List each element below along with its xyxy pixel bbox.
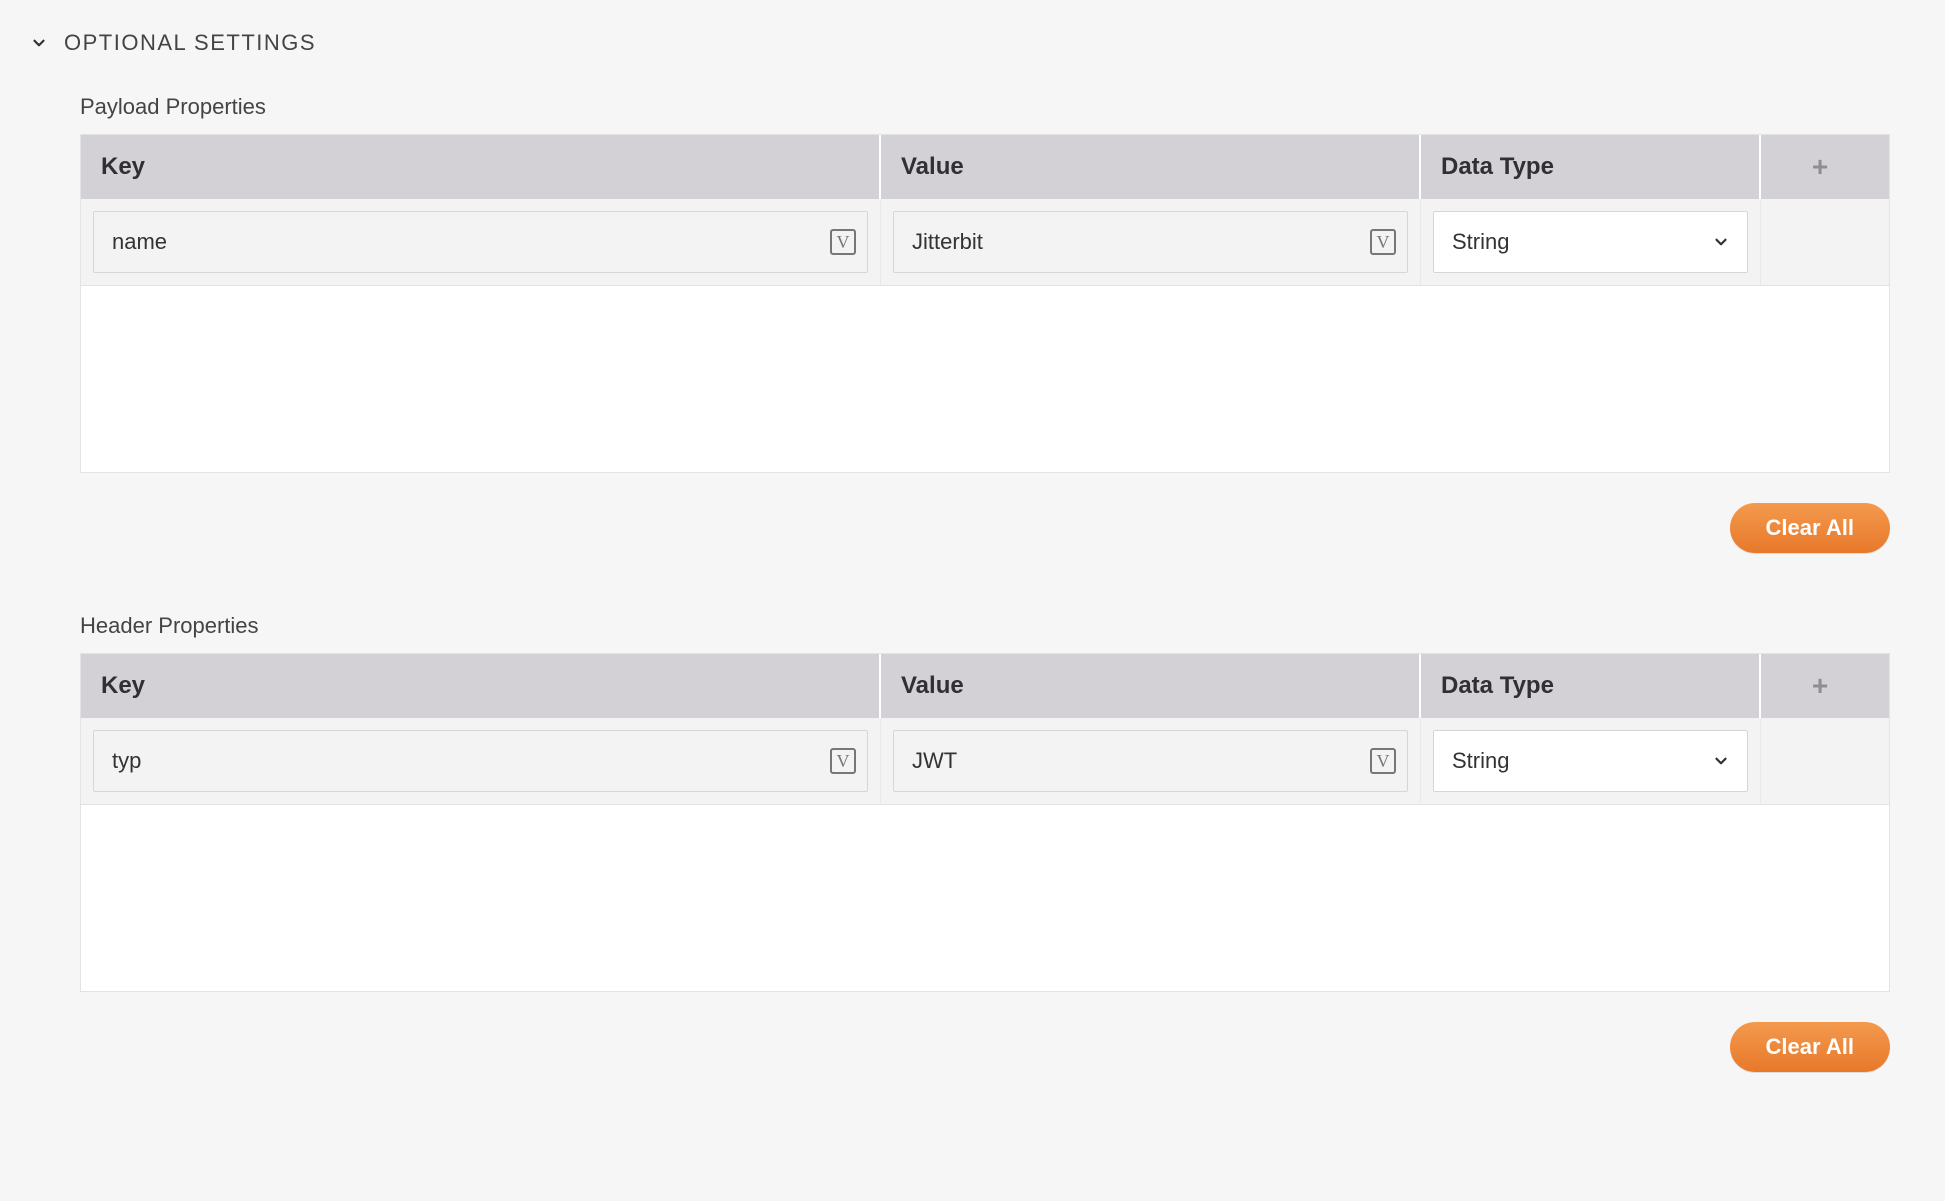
- payload-properties-table: Key Value Data Type + V V: [80, 134, 1890, 473]
- variable-icon[interactable]: V: [830, 229, 856, 255]
- column-header-key: Key: [81, 135, 881, 199]
- table-row: V V String: [81, 199, 1889, 286]
- optional-settings-toggle[interactable]: OPTIONAL SETTINGS: [20, 30, 1925, 56]
- variable-icon[interactable]: V: [1370, 229, 1396, 255]
- payload-key-input[interactable]: [93, 211, 868, 273]
- table-row: V V String: [81, 718, 1889, 805]
- optional-settings-label: OPTIONAL SETTINGS: [64, 30, 316, 56]
- plus-icon: +: [1812, 153, 1828, 181]
- add-row-button[interactable]: +: [1761, 135, 1879, 199]
- column-header-value: Value: [881, 135, 1421, 199]
- payload-type-select[interactable]: String: [1433, 211, 1748, 273]
- payload-properties-section: Payload Properties Key Value Data Type +…: [80, 94, 1890, 553]
- header-key-input[interactable]: [93, 730, 868, 792]
- header-clear-all-button[interactable]: Clear All: [1730, 1022, 1890, 1072]
- table-header: Key Value Data Type +: [81, 135, 1889, 199]
- payload-value-input[interactable]: [893, 211, 1408, 273]
- variable-icon[interactable]: V: [830, 748, 856, 774]
- header-properties-table: Key Value Data Type + V V: [80, 653, 1890, 992]
- header-type-select[interactable]: String: [1433, 730, 1748, 792]
- chevron-down-icon: [30, 34, 48, 52]
- column-header-key: Key: [81, 654, 881, 718]
- header-properties-section: Header Properties Key Value Data Type + …: [80, 613, 1890, 1072]
- table-header: Key Value Data Type +: [81, 654, 1889, 718]
- plus-icon: +: [1812, 672, 1828, 700]
- column-header-type: Data Type: [1421, 654, 1761, 718]
- table-empty-area: [81, 286, 1889, 472]
- column-header-value: Value: [881, 654, 1421, 718]
- header-value-input[interactable]: [893, 730, 1408, 792]
- column-header-type: Data Type: [1421, 135, 1761, 199]
- table-empty-area: [81, 805, 1889, 991]
- variable-icon[interactable]: V: [1370, 748, 1396, 774]
- payload-clear-all-button[interactable]: Clear All: [1730, 503, 1890, 553]
- add-row-button[interactable]: +: [1761, 654, 1879, 718]
- payload-properties-title: Payload Properties: [80, 94, 1890, 120]
- header-properties-title: Header Properties: [80, 613, 1890, 639]
